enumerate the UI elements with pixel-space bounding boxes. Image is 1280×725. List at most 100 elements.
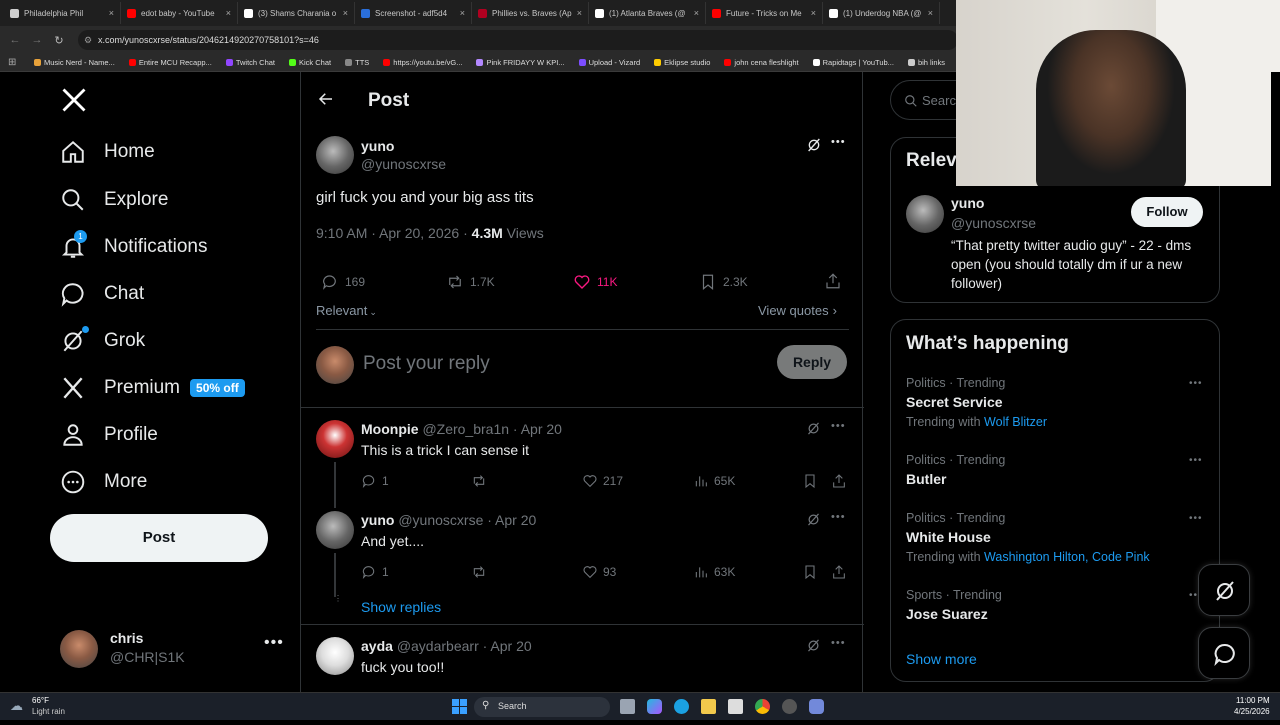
browser-tab[interactable]: Future - Tricks on Me × [706,2,823,24]
post-action-like[interactable]: 11K [573,273,617,291]
reply-author-handle[interactable]: @aydarbearr · Apr 20 [397,638,532,654]
tab-close-icon[interactable]: × [105,8,114,18]
tab-close-icon[interactable]: × [339,8,348,18]
taskbar-date[interactable]: 4/25/2026 [1234,707,1270,716]
reply-action-like[interactable]: 93 [582,564,616,580]
nav-home[interactable]: Home [60,139,155,165]
bookmark-item[interactable]: Kick Chat [289,58,331,67]
share-icon[interactable] [831,564,847,585]
reply-action-like[interactable]: 217 [582,473,623,489]
browser-tab[interactable]: Screenshot - adf5d4 × [355,2,472,24]
grok-explain-icon[interactable] [806,638,821,658]
chrome-icon[interactable] [755,699,770,714]
reply-sort-dropdown[interactable]: Relevant ⌄ [316,303,377,318]
bookmark-icon[interactable] [802,564,818,585]
post-author-name[interactable]: yuno [361,138,394,154]
relevant-user-name[interactable]: yuno [951,195,984,211]
reply-item[interactable]: Moonpie @Zero_bra1n · Apr 20 ••• This is a… [301,418,864,508]
tab-close-icon[interactable]: × [924,8,933,18]
reply-avatar[interactable] [316,511,354,549]
address-bar[interactable]: ⚙ x.com/yunoscxrse/status/20462149202707… [78,30,958,50]
tab-close-icon[interactable]: × [222,8,231,18]
taskbar-search[interactable]: ⚲ Search [474,697,610,717]
task-view-icon[interactable] [620,699,635,714]
tab-close-icon[interactable]: × [573,8,582,18]
reply-more-icon[interactable]: ••• [831,511,846,523]
nav-more[interactable]: More [60,469,147,495]
share-icon[interactable] [824,272,842,295]
post-action-bookmark[interactable]: 2.3K [699,273,748,291]
tab-close-icon[interactable]: × [807,8,816,18]
browser-tab[interactable]: edot baby - YouTube × [121,2,238,24]
bookmark-item[interactable]: john cena fleshlight [724,58,799,67]
post-action-repost[interactable]: 1.7K [446,273,495,291]
bookmark-icon[interactable] [802,473,818,494]
nav-profile[interactable]: Profile [60,422,158,448]
grok-explain-icon[interactable] [806,421,821,441]
reply-action-views[interactable]: 65K [693,473,735,489]
back-icon[interactable]: ← [4,34,26,46]
reply-action-reply[interactable]: 1 [361,473,389,489]
reply-item[interactable]: yuno @yunoscxrse · Apr 20 ••• And yet.... 1… [301,509,864,599]
post-action-reply[interactable]: 169 [321,273,365,291]
store-icon[interactable] [728,699,743,714]
reply-avatar[interactable] [316,637,354,675]
reply-more-icon[interactable]: ••• [831,420,846,432]
browser-tab[interactable]: Phillies vs. Braves (Ap × [472,2,589,24]
reply-author-name[interactable]: yuno [361,512,394,528]
bookmark-item[interactable]: TTS [345,58,369,67]
show-replies-link[interactable]: Show replies [361,599,441,615]
nav-chat[interactable]: Chat [60,281,144,307]
post-author-avatar[interactable] [316,136,354,174]
trend-item[interactable]: Politics · Trending Secret Service Trendin… [906,376,1206,432]
trend-item[interactable]: Politics · Trending Butler ••• [906,453,1206,509]
apps-grid-icon[interactable]: ⊞ [8,57,16,68]
bookmark-item[interactable]: https://youtu.be/vG... [383,58,462,67]
reply-author-handle[interactable]: @Zero_bra1n · Apr 20 [422,421,562,437]
nav-notifications[interactable]: 1 Notifications [60,230,208,260]
reply-avatar[interactable] [316,420,354,458]
reply-input[interactable]: Post your reply [363,353,763,375]
reply-action-reply[interactable]: 1 [361,564,389,580]
relevant-user-avatar[interactable] [906,195,944,233]
trend-item[interactable]: Politics · Trending White House Trending w… [906,511,1206,567]
post-button[interactable]: Post [50,514,268,562]
reply-action-views[interactable]: 63K [693,564,735,580]
relevant-user-handle[interactable]: @yunoscxrse [951,215,1036,231]
site-info-icon[interactable]: ⚙ [84,30,92,50]
browser-tab[interactable]: Philadelphia Phil × [4,2,121,24]
repost-icon[interactable] [471,473,487,494]
weather-widget[interactable]: ☁ 66°F Light rain [10,696,90,718]
bookmark-item[interactable]: Pink FRIDAYY W KPI... [476,58,565,67]
grok-float-button[interactable] [1198,564,1250,616]
account-switcher[interactable]: chris @CHR|S1K ••• [60,628,290,668]
reply-button[interactable]: Reply [777,345,847,379]
repost-icon[interactable] [471,564,487,585]
discord-icon[interactable] [809,699,824,714]
windows-start-icon[interactable] [452,699,467,714]
file-explorer-icon[interactable] [701,699,716,714]
trend-item[interactable]: Sports · Trending Jose Suarez ••• [906,588,1206,644]
nav-premium[interactable]: Premium 50% off [60,375,245,401]
post-author-handle[interactable]: @yunoscxrse [361,156,446,172]
reload-icon[interactable]: ↻ [48,34,70,47]
trend-more-icon[interactable]: ••• [1189,378,1203,389]
browser-tab[interactable]: (3) Shams Charania o × [238,2,355,24]
reply-author-name[interactable]: ayda [361,638,393,654]
browser-tab[interactable]: (1) Atlanta Braves (@ × [589,2,706,24]
post-more-icon[interactable]: ••• [831,136,846,148]
grok-explain-icon[interactable] [806,137,822,158]
edge-icon[interactable] [674,699,689,714]
show-more-link[interactable]: Show more [906,651,977,667]
bookmark-item[interactable]: Rapidtags | YouTub... [812,58,894,67]
forward-icon[interactable]: → [26,34,48,46]
bookmark-item[interactable]: Upload - Vizard [578,58,640,67]
nav-grok[interactable]: Grok [60,326,145,354]
page-scrollbar[interactable] [1271,72,1280,692]
account-more-icon[interactable]: ••• [264,634,284,652]
trend-with-link[interactable]: Wolf Blitzer [984,415,1047,429]
browser-tab[interactable]: (1) Underdog NBA (@ × [823,2,940,24]
view-quotes-link[interactable]: View quotes › [758,303,837,318]
copilot-icon[interactable] [647,699,662,714]
trend-more-icon[interactable]: ••• [1189,513,1203,524]
